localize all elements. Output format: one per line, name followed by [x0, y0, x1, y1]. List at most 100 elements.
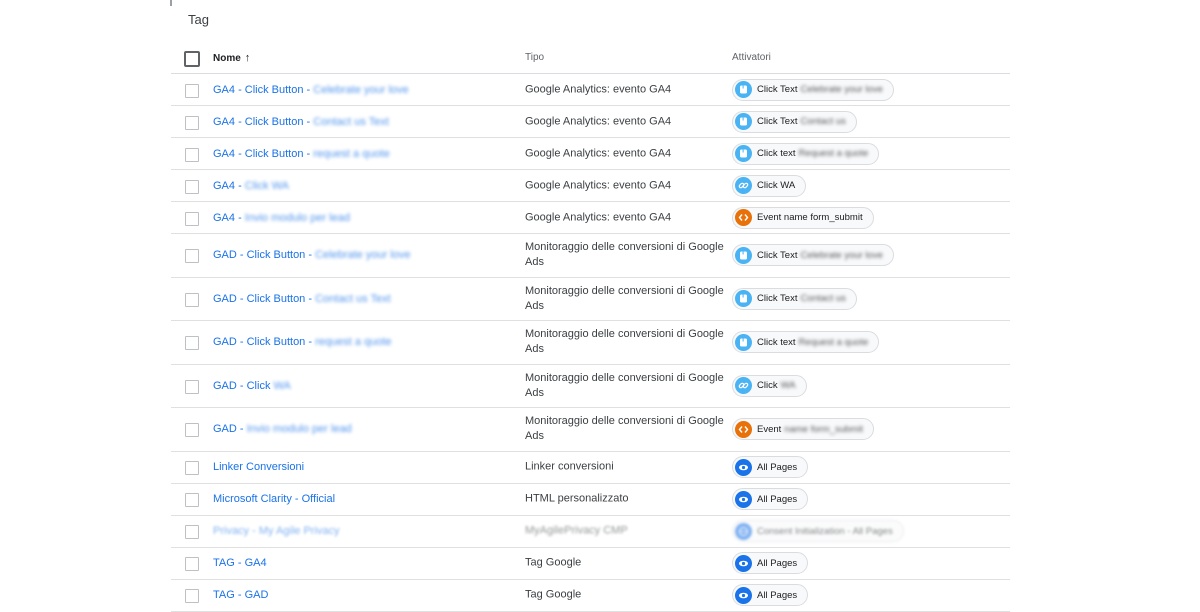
- tag-name-link[interactable]: GAD - Click Button - Contact us Text: [213, 293, 391, 305]
- tag-name-link[interactable]: Privacy - My Agile Privacy: [213, 525, 340, 537]
- trigger-chip[interactable]: Click WA: [732, 374, 807, 397]
- trigger-label-suffix: Request a quote: [798, 148, 869, 159]
- table-row[interactable]: GAD - Click WA Monitoraggio delle convers…: [171, 365, 1010, 408]
- row-checkbox[interactable]: [185, 557, 199, 571]
- row-checkbox[interactable]: [185, 525, 199, 539]
- trigger-chip[interactable]: Click text Request a quote: [732, 142, 880, 165]
- trigger-label: Consent Initialization - All Pages: [757, 525, 893, 537]
- tag-name-link[interactable]: GAD - Click WA: [213, 380, 291, 392]
- eye-icon: [735, 458, 752, 476]
- row-checkbox[interactable]: [185, 147, 199, 162]
- trigger-label-suffix: WA: [780, 380, 796, 392]
- trigger-label-suffix: Celebrate your love: [800, 249, 883, 261]
- tag-type: Monitoraggio delle conversioni di Google…: [525, 371, 724, 399]
- tag-name-link[interactable]: GAD - Invio modulo per lead: [213, 423, 352, 435]
- tag-type: Linker conversioni: [525, 460, 614, 473]
- tag-name-link[interactable]: TAG - GAD: [213, 589, 268, 601]
- pointer-icon: [735, 81, 752, 98]
- tag-type: Google Analytics: evento GA4: [525, 179, 672, 191]
- pointer-icon: [735, 246, 752, 264]
- table-header: Nome ↑ Tipo Attivatori: [171, 41, 1010, 74]
- column-header-triggers[interactable]: Attivatori: [732, 52, 771, 63]
- trigger-chip[interactable]: All Pages: [732, 552, 809, 574]
- table-row[interactable]: TAG - GA4 Tag Google All Pages: [171, 548, 1010, 580]
- code-icon: [735, 420, 752, 438]
- tag-name-link[interactable]: Microsoft Clarity - Official: [213, 493, 335, 505]
- table-row[interactable]: Microsoft Clarity - Official HTML persona…: [171, 484, 1010, 516]
- tag-name-suffix: Click WA: [244, 179, 289, 192]
- tags-table: Nome ↑ Tipo Attivatori GA4 - Click Button…: [171, 41, 1010, 612]
- pointer-icon: [735, 145, 752, 162]
- row-checkbox[interactable]: [185, 461, 199, 475]
- table-row[interactable]: TAG - GAD Tag Google All Pages: [171, 580, 1010, 612]
- trigger-chip[interactable]: Click text Request a quote: [732, 331, 880, 354]
- row-checkbox[interactable]: [185, 249, 199, 264]
- table-row[interactable]: GAD - Click Button - request a quote Moni…: [171, 321, 1010, 365]
- tag-name-link[interactable]: GA4 - Click Button - Celebrate your love: [213, 84, 409, 96]
- tag-type: Monitoraggio delle conversioni di Google…: [525, 328, 724, 356]
- tag-name-link[interactable]: TAG - GA4: [213, 557, 267, 569]
- table-row[interactable]: GAD - Click Button - Contact us Text Moni…: [171, 278, 1010, 321]
- trigger-chip[interactable]: All Pages: [732, 456, 809, 478]
- trigger-label: All Pages: [757, 557, 798, 569]
- row-checkbox[interactable]: [185, 211, 199, 226]
- row-checkbox[interactable]: [185, 379, 199, 394]
- trigger-label: All Pages: [757, 493, 798, 505]
- table-row[interactable]: GAD - Invio modulo per lead Monitoraggio …: [171, 408, 1010, 452]
- trigger-chip[interactable]: Event name form_submit: [732, 206, 874, 229]
- table-row[interactable]: Linker Conversioni Linker conversioni All …: [171, 452, 1010, 484]
- trigger-chip[interactable]: Click WA: [732, 174, 807, 197]
- tag-type: Google Analytics: evento GA4: [525, 211, 672, 223]
- tag-type: Tag Google: [525, 588, 582, 601]
- trigger-label-suffix: Celebrate your love: [800, 84, 883, 95]
- trigger-chip[interactable]: Consent Initialization - All Pages: [732, 520, 904, 542]
- row-checkbox[interactable]: [185, 115, 199, 130]
- trigger-chip[interactable]: Click Text Celebrate your love: [732, 244, 894, 267]
- tag-name-link[interactable]: GA4 - Click WA: [213, 180, 289, 192]
- row-checkbox[interactable]: [185, 179, 199, 194]
- row-checkbox[interactable]: [185, 336, 199, 351]
- tag-name-suffix: Celebrate your love: [313, 83, 409, 96]
- table-row[interactable]: GA4 - Click WA Google Analytics: evento G…: [171, 170, 1010, 202]
- arrow-up-icon: ↑: [244, 52, 251, 64]
- trigger-label: Click Text: [757, 84, 798, 95]
- tag-name-suffix: Invio modulo per lead: [246, 423, 352, 436]
- tag-type: MyAgilePrivacy CMP: [525, 524, 628, 537]
- row-checkbox[interactable]: [185, 292, 199, 307]
- row-checkbox[interactable]: [185, 493, 199, 507]
- tag-type: Google Analytics: evento GA4: [525, 115, 672, 127]
- row-checkbox[interactable]: [185, 83, 199, 98]
- trigger-chip[interactable]: Click Text Contact us: [732, 287, 857, 310]
- tag-name-link[interactable]: GA4 - Invio modulo per lead: [213, 212, 350, 224]
- row-checkbox[interactable]: [185, 589, 199, 603]
- trigger-chip[interactable]: Click Text Celebrate your love: [732, 78, 894, 101]
- table-row[interactable]: GA4 - Invio modulo per lead Google Analyt…: [171, 202, 1010, 234]
- table-row[interactable]: GA4 - Click Button - Celebrate your love…: [171, 74, 1010, 106]
- trigger-label: Click Text: [757, 249, 798, 261]
- tag-name-link[interactable]: GA4 - Click Button - request a quote: [213, 148, 390, 160]
- table-row[interactable]: GA4 - Click Button - Contact us Text Goog…: [171, 106, 1010, 138]
- select-all-checkbox[interactable]: [184, 51, 200, 67]
- trigger-chip[interactable]: Click Text Contact us: [732, 110, 857, 133]
- eye-icon: [735, 586, 752, 604]
- tag-name-link[interactable]: GAD - Click Button - Celebrate your love: [213, 249, 410, 261]
- trigger-chip[interactable]: All Pages: [732, 584, 809, 606]
- trigger-label: Click WA: [757, 180, 796, 191]
- trigger-label: Click text: [757, 336, 796, 348]
- column-header-name[interactable]: Nome ↑: [213, 52, 250, 64]
- table-row[interactable]: GAD - Click Button - Celebrate your love…: [171, 234, 1010, 278]
- tag-name-suffix: Contact us Text: [315, 292, 391, 305]
- tag-name-link[interactable]: GA4 - Click Button - Contact us Text: [213, 116, 389, 128]
- trigger-label: Click text: [757, 148, 796, 159]
- trigger-chip[interactable]: Event name form_submit: [732, 418, 874, 441]
- eye-icon: [735, 554, 752, 572]
- table-row[interactable]: Privacy - My Agile Privacy MyAgilePrivacy…: [171, 516, 1010, 548]
- table-row[interactable]: GA4 - Click Button - request a quote Goog…: [171, 138, 1010, 170]
- tag-name-link[interactable]: GAD - Click Button - request a quote: [213, 336, 392, 348]
- trigger-chip[interactable]: All Pages: [732, 488, 809, 510]
- trigger-label: Click Text: [757, 293, 798, 305]
- eye-icon: [735, 490, 752, 508]
- tag-name-link[interactable]: Linker Conversioni: [213, 461, 304, 473]
- column-header-type[interactable]: Tipo: [525, 52, 544, 63]
- row-checkbox[interactable]: [185, 423, 199, 438]
